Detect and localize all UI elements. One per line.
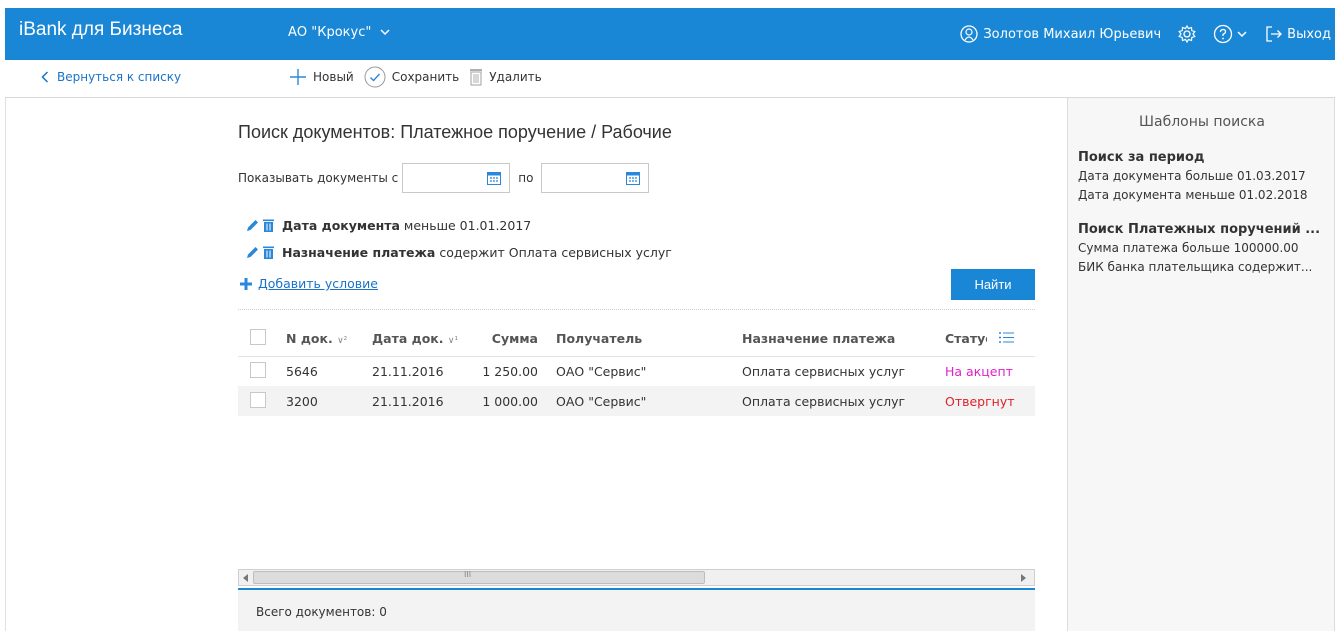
documents-table: N док. ∨² Дата док. ∨¹ Сумма Получатель … (238, 322, 1035, 416)
horizontal-scrollbar[interactable]: III (238, 569, 1035, 586)
calendar-icon[interactable] (487, 172, 502, 185)
date-to-input[interactable] (541, 163, 650, 193)
help-button[interactable] (1213, 24, 1247, 44)
top-bar: iBank для Бизнеса АО "Крокус" Золотов Ми… (5, 8, 1335, 60)
template-line: БИК банка плательщика содержит... (1078, 260, 1313, 274)
cell-purpose: Оплата сервисных услуг (738, 386, 941, 416)
save-button[interactable]: Сохранить (364, 66, 460, 88)
user-name: Золотов Михаил Юрьевич (983, 26, 1162, 42)
cell-status: Отвергнут (941, 386, 1035, 416)
select-all-checkbox[interactable] (250, 329, 266, 346)
scrollbar-thumb[interactable]: III (253, 570, 705, 584)
plus-icon (240, 277, 252, 290)
template-name: Поиск за период (1078, 150, 1205, 165)
add-condition-label: Добавить условие (258, 276, 378, 291)
scroll-left-arrow-icon[interactable] (243, 574, 249, 582)
column-header-purpose[interactable]: Назначение платежа (738, 322, 941, 357)
page-title: Поиск документов: Платежное поручение / … (238, 122, 672, 142)
cell-status: На акцепт (945, 363, 1013, 379)
chevron-down-icon (379, 29, 390, 36)
pencil-icon[interactable] (246, 219, 259, 232)
condition-field: Дата документа (282, 218, 400, 233)
column-header-status[interactable]: Статус (941, 322, 1035, 357)
search-condition: Назначение платежа содержит Оплата серви… (246, 245, 672, 260)
pencil-icon[interactable] (246, 246, 259, 259)
cell-sum: 1 000.00 (464, 386, 550, 416)
template-line: Дата документа больше 01.03.2017 (1078, 169, 1306, 183)
date-from-label: Показывать документы с (238, 171, 399, 185)
date-to-label: по (518, 171, 534, 185)
check-circle-icon (364, 66, 386, 88)
row-checkbox[interactable] (250, 391, 266, 408)
table-row[interactable]: 3200 21.11.2016 1 000.00 ОАО "Сервис" Оп… (238, 386, 1035, 416)
table-footer: Всего документов: 0 (238, 588, 1035, 631)
templates-title: Шаблоны поиска (1139, 114, 1265, 130)
add-condition-link[interactable]: Добавить условие (240, 276, 378, 291)
column-menu-icon[interactable] (999, 332, 1015, 343)
template-line: Дата документа меньше 01.02.2018 (1078, 188, 1308, 202)
condition-field: Назначение платежа (282, 245, 436, 260)
find-button[interactable]: Найти (951, 269, 1035, 300)
table-header-row: N док. ∨² Дата док. ∨¹ Сумма Получатель … (238, 322, 1035, 357)
date-from-input[interactable] (402, 163, 511, 193)
toolbar: Вернуться к списку Новый Сохранить Удали… (5, 60, 1335, 98)
template-name: Поиск Платежных поручений ... (1078, 222, 1321, 237)
trash-icon[interactable] (263, 246, 274, 259)
template-item[interactable]: Поиск Платежных поручений ... Сумма плат… (1078, 220, 1334, 277)
plus-icon (290, 69, 306, 85)
chevron-left-icon (41, 71, 49, 83)
save-label: Сохранить (391, 70, 460, 84)
cell-date: 21.11.2016 (372, 363, 444, 379)
back-label: Вернуться к списку (57, 70, 182, 84)
cell-recipient: ОАО "Сервис" (556, 363, 647, 379)
column-header-sum[interactable]: Сумма (464, 322, 550, 357)
row-checkbox[interactable] (250, 361, 266, 378)
gear-icon (1178, 24, 1196, 44)
chevron-down-icon (1237, 31, 1247, 38)
logout-button[interactable]: Выход (1265, 25, 1331, 43)
date-range-filter: Показывать документы с по (238, 163, 650, 193)
delete-button[interactable]: Удалить (469, 68, 542, 86)
logout-label: Выход (1287, 26, 1331, 42)
trash-icon (470, 69, 483, 86)
delete-label: Удалить (489, 70, 542, 84)
cell-purpose: Оплата сервисных услуг (742, 363, 906, 379)
calendar-icon[interactable] (626, 172, 641, 185)
scroll-right-arrow-icon[interactable] (1020, 574, 1026, 582)
trash-icon[interactable] (263, 219, 274, 232)
new-label: Новый (313, 70, 354, 84)
table-row[interactable]: 5646 21.11.2016 1 250.00 ОАО "Сервис" Оп… (238, 356, 1035, 386)
cell-recipient: ОАО "Сервис" (550, 386, 738, 416)
user-menu[interactable]: Золотов Михаил Юрьевич (960, 25, 1161, 43)
condition-text: меньше 01.01.2017 (399, 218, 532, 233)
scrollbar-grip: III (464, 570, 472, 579)
column-header-date[interactable]: Дата док. ∨¹ (372, 322, 464, 357)
cell-number: 5646 (286, 363, 318, 379)
logout-icon (1266, 26, 1283, 42)
search-templates-panel: Шаблоны поиска Поиск за период Дата доку… (1067, 98, 1335, 631)
search-condition: Дата документа меньше 01.01.2017 (246, 218, 531, 233)
cell-sum: 1 250.00 (482, 363, 538, 379)
left-border (5, 98, 6, 631)
user-icon (960, 25, 978, 43)
organization-selector[interactable]: АО "Крокус" (288, 25, 390, 40)
column-header-recipient[interactable]: Получатель (550, 322, 738, 357)
organization-name: АО "Крокус" (288, 25, 372, 40)
total-documents: Всего документов: 0 (256, 605, 387, 619)
brand-logo[interactable]: iBank для Бизнеса (19, 19, 182, 41)
divider (238, 309, 1035, 310)
help-icon (1214, 24, 1233, 44)
top-right-controls: Золотов Михаил Юрьевич Выход (960, 22, 1331, 46)
cell-date: 21.11.2016 (372, 386, 464, 416)
template-item[interactable]: Поиск за период Дата документа больше 01… (1078, 148, 1334, 205)
new-button[interactable]: Новый (289, 68, 354, 86)
cell-number: 3200 (286, 386, 372, 416)
condition-text: содержит Оплата сервисных услуг (435, 245, 672, 260)
settings-button[interactable] (1177, 24, 1197, 44)
back-to-list-link[interactable]: Вернуться к списку (41, 70, 181, 84)
toolbar-actions: Новый Сохранить Удалить (289, 66, 542, 88)
template-line: Сумма платежа больше 100000.00 (1078, 241, 1299, 255)
app-window: iBank для Бизнеса АО "Крокус" Золотов Ми… (0, 0, 1339, 631)
column-header-number[interactable]: N док. ∨² (286, 322, 372, 357)
